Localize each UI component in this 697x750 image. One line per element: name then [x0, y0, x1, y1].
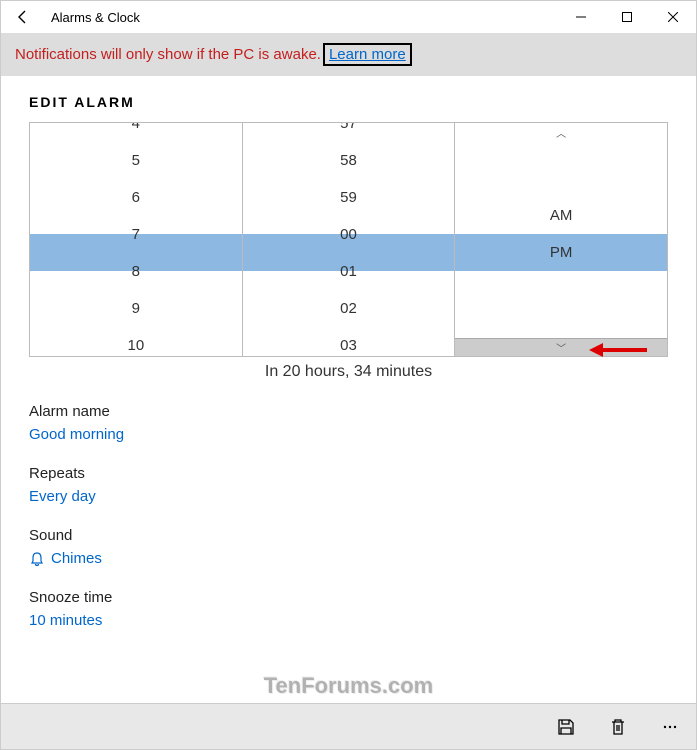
sound-value[interactable]: Chimes — [29, 550, 668, 567]
content-area: EDIT ALARM 4 5 6 7 8 9 10 57 58 59 00 01… — [1, 76, 696, 629]
ampm-spacer — [455, 271, 667, 308]
notification-text: Notifications will only show if the PC i… — [15, 46, 321, 63]
hour-option[interactable]: 5 — [30, 142, 242, 179]
time-picker[interactable]: 4 5 6 7 8 9 10 57 58 59 00 01 02 03 ︿ — [29, 122, 668, 357]
repeats-field: Repeats Every day — [29, 465, 668, 505]
close-icon — [668, 12, 678, 22]
close-button[interactable] — [650, 1, 696, 33]
minute-option[interactable]: 02 — [243, 290, 455, 327]
command-bar — [1, 703, 696, 749]
window-title: Alarms & Clock — [51, 10, 140, 25]
ampm-up-button[interactable]: ︿ — [455, 123, 667, 141]
maximize-icon — [622, 12, 632, 22]
hour-column[interactable]: 4 5 6 7 8 9 10 — [30, 123, 243, 356]
minute-option[interactable]: 59 — [243, 179, 455, 216]
watermark: TenForums.com — [1, 673, 696, 699]
ampm-spacer — [455, 308, 667, 345]
hour-option[interactable]: 7 — [30, 216, 242, 253]
ampm-option[interactable]: AM — [455, 197, 667, 234]
hour-option[interactable]: 6 — [30, 179, 242, 216]
ellipsis-icon — [660, 717, 680, 737]
alarm-name-field: Alarm name Good morning — [29, 403, 668, 443]
ampm-column[interactable]: ︿ AM PM ﹀ — [455, 123, 667, 356]
repeats-label: Repeats — [29, 465, 668, 482]
back-button[interactable] — [13, 7, 33, 27]
learn-more-link[interactable]: Learn more — [323, 43, 412, 66]
window-controls — [558, 1, 696, 33]
minute-column[interactable]: 57 58 59 00 01 02 03 — [243, 123, 456, 356]
hour-option[interactable]: 9 — [30, 290, 242, 327]
minute-option[interactable]: 57 — [243, 122, 455, 142]
sound-label: Sound — [29, 527, 668, 544]
save-icon — [556, 717, 576, 737]
alarm-name-label: Alarm name — [29, 403, 668, 420]
hour-option[interactable]: 4 — [30, 122, 242, 142]
time-remaining-hint: In 20 hours, 34 minutes — [29, 363, 668, 381]
hour-option[interactable]: 8 — [30, 253, 242, 290]
minute-option[interactable]: 01 — [243, 253, 455, 290]
repeats-value[interactable]: Every day — [29, 488, 668, 505]
minute-option[interactable]: 00 — [243, 216, 455, 253]
page-title: EDIT ALARM — [29, 94, 668, 110]
notification-bar: Notifications will only show if the PC i… — [1, 33, 696, 76]
minimize-button[interactable] — [558, 1, 604, 33]
sound-field: Sound Chimes — [29, 527, 668, 567]
chevron-up-icon: ︿ — [556, 125, 566, 140]
snooze-value[interactable]: 10 minutes — [29, 612, 668, 629]
ampm-spacer — [455, 178, 667, 197]
minimize-icon — [576, 12, 586, 22]
minute-option[interactable]: 03 — [243, 327, 455, 357]
ampm-spacer — [455, 141, 667, 178]
delete-button[interactable] — [606, 715, 630, 739]
ampm-option[interactable]: PM — [455, 234, 667, 271]
save-button[interactable] — [554, 715, 578, 739]
snooze-label: Snooze time — [29, 589, 668, 606]
bell-icon — [29, 551, 45, 567]
titlebar: Alarms & Clock — [1, 1, 696, 33]
sound-value-text: Chimes — [51, 550, 102, 567]
snooze-field: Snooze time 10 minutes — [29, 589, 668, 629]
arrow-left-icon — [15, 9, 31, 25]
trash-icon — [608, 717, 628, 737]
minute-option[interactable]: 58 — [243, 142, 455, 179]
hour-option[interactable]: 10 — [30, 327, 242, 357]
more-button[interactable] — [658, 715, 682, 739]
alarm-name-value[interactable]: Good morning — [29, 426, 668, 443]
maximize-button[interactable] — [604, 1, 650, 33]
